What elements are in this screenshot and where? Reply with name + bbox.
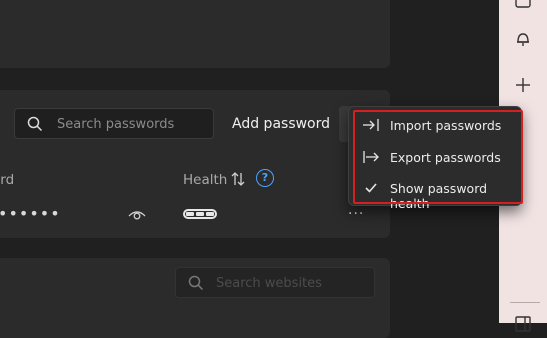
add-password-button[interactable]: Add password (232, 116, 330, 132)
search-websites-placeholder: Search websites (216, 276, 322, 291)
search-websites-input[interactable]: Search websites (175, 267, 375, 298)
highlight-annotation (353, 110, 523, 204)
search-icon (27, 116, 43, 132)
masked-password: •••••• (0, 204, 61, 223)
sort-icon[interactable] (230, 171, 246, 187)
panel-icon[interactable] (513, 314, 533, 334)
search-icon (188, 275, 204, 291)
add-icon[interactable] (513, 75, 533, 95)
password-column-header: ord (0, 172, 15, 188)
help-icon[interactable]: ? (256, 169, 274, 187)
search-placeholder: Search passwords (57, 117, 175, 132)
health-column-header[interactable]: Health (183, 172, 227, 188)
eye-icon[interactable] (128, 207, 146, 221)
row-more-button[interactable]: ··· (348, 206, 364, 222)
bell-icon[interactable] (513, 29, 533, 49)
health-indicator (183, 209, 217, 219)
settings-card-top (0, 0, 390, 68)
outlook-icon[interactable] (513, 0, 533, 12)
sidebar-divider (510, 302, 540, 303)
search-passwords-input[interactable]: Search passwords (14, 108, 214, 139)
